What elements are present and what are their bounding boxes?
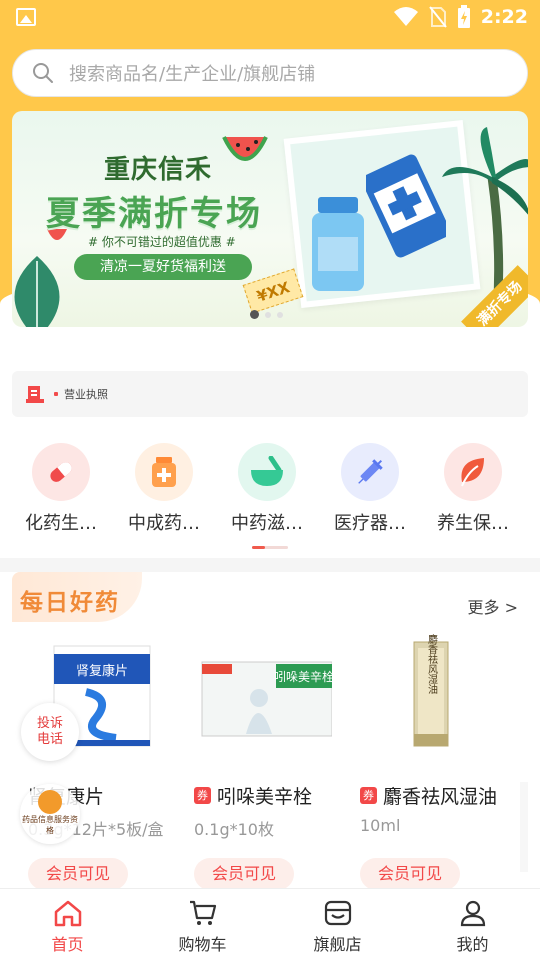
store-icon xyxy=(324,900,351,926)
category-icon-bg xyxy=(444,443,502,501)
scroll-thumb xyxy=(252,546,265,549)
battery-charging-icon xyxy=(457,5,470,28)
pagination-dot[interactable] xyxy=(250,310,259,319)
drug-info-certificate-button[interactable]: 药品信息服务资格 xyxy=(20,784,80,844)
next-product-peek xyxy=(520,782,528,872)
category-scroll-indicator xyxy=(252,546,288,549)
product-name-row: 券 麝香祛风湿油 xyxy=(360,782,497,809)
mortar-icon xyxy=(251,456,283,486)
business-license-bar[interactable]: 营业执照 xyxy=(12,371,528,417)
product-image: 吲哚美辛栓 xyxy=(192,634,334,752)
status-bar: 2:22 xyxy=(0,0,540,36)
category-icon-bg xyxy=(341,443,399,501)
product-name: 麝香祛风湿油 xyxy=(383,786,498,808)
seal-emblem-icon xyxy=(38,790,62,814)
no-sim-icon xyxy=(428,6,447,28)
license-label: 营业执照 xyxy=(64,388,108,401)
clock: 2:22 xyxy=(480,6,528,28)
wifi-icon xyxy=(393,7,418,26)
category-item-chemical[interactable]: 化药生… xyxy=(11,440,111,535)
section-divider xyxy=(0,558,540,572)
leaf-decoration-icon xyxy=(14,256,60,327)
product-name-row: 券 吲哚美辛栓 xyxy=(194,782,312,809)
product-card[interactable]: 麝香祛风湿油 券 麝香祛风湿油 10ml 会员可见 xyxy=(352,633,512,890)
product-card[interactable]: 吲哚美辛栓 券 吲哚美辛栓 0.1g*10枚 会员可见 xyxy=(186,634,346,890)
promo-banner[interactable]: 重庆信禾 夏季满折专场 # 你不可错过的超值优惠 # 清凉一夏好货福利送 ¥XX… xyxy=(12,111,528,327)
category-icon-bg xyxy=(135,443,193,501)
syringe-icon xyxy=(358,459,383,484)
category-item-device[interactable]: 医疗器… xyxy=(320,440,420,535)
license-icon xyxy=(26,386,44,403)
search-input[interactable]: 搜索商品名/生产企业/旗舰店铺 xyxy=(12,49,528,97)
gallery-icon xyxy=(16,8,36,26)
box-label: 麝香祛风湿油 xyxy=(426,634,438,694)
category-label: 医疗器… xyxy=(334,513,406,534)
home-icon xyxy=(54,900,81,927)
medical-box-icon xyxy=(366,154,446,258)
product-image: 麝香祛风湿油 xyxy=(358,633,498,752)
product-name: 吲哚美辛栓 xyxy=(217,786,313,808)
member-visible-button[interactable]: 会员可见 xyxy=(194,858,294,890)
seal-text: 药品信息服务资格 xyxy=(22,815,78,835)
nav-cart[interactable]: 购物车 xyxy=(135,889,270,960)
category-item-patent[interactable]: 中成药… xyxy=(114,440,214,535)
capsule-icon xyxy=(50,462,72,482)
medicine-bottle-icon xyxy=(152,457,176,487)
product-spec: 0.1g*10枚 xyxy=(194,820,274,839)
daily-medicine-section: 每日好药 更多 > 肾复康片 肾复康片 0.3g*12片*5板/盒 会员可见 吲… xyxy=(12,572,528,890)
product-box-image: 麝香祛风湿油 xyxy=(413,633,449,747)
category-grid: 化药生… 中成药… 中药滋… 医疗器… 养生保… xyxy=(0,440,540,540)
category-label: 中药滋… xyxy=(231,513,303,534)
more-link[interactable]: 更多 > xyxy=(468,594,519,618)
category-item-herbal[interactable]: 中药滋… xyxy=(217,440,317,535)
complaint-label-line1: 投诉 xyxy=(36,716,63,731)
banner-pill: 清凉一夏好货福利送 xyxy=(74,254,252,280)
watermelon-icon xyxy=(222,136,268,161)
complaint-phone-button[interactable]: 投诉 电话 xyxy=(21,703,79,761)
category-label: 养生保… xyxy=(437,513,509,534)
nav-home[interactable]: 首页 xyxy=(0,889,135,960)
banner-title-main: 夏季满折专场 xyxy=(46,194,262,234)
search-placeholder: 搜索商品名/生产企业/旗舰店铺 xyxy=(69,64,316,85)
nav-label: 旗舰店 xyxy=(313,935,362,954)
category-icon-bg xyxy=(238,443,296,501)
cart-icon xyxy=(189,900,216,925)
nav-label: 购物车 xyxy=(178,935,227,954)
leaf-icon xyxy=(461,458,484,487)
complaint-label-line2: 电话 xyxy=(36,732,63,747)
banner-pagination xyxy=(250,310,283,319)
pagination-dot[interactable] xyxy=(265,311,271,318)
nav-flagship-store[interactable]: 旗舰店 xyxy=(270,889,405,960)
nav-label: 首页 xyxy=(51,935,84,954)
member-visible-button[interactable]: 会员可见 xyxy=(360,858,460,890)
member-visible-button[interactable]: 会员可见 xyxy=(28,858,128,890)
category-label: 化药生… xyxy=(25,513,97,534)
box-label: 肾复康片 xyxy=(76,663,128,679)
product-box-image: 吲哚美辛栓 xyxy=(201,661,334,737)
price-tag: ¥XX xyxy=(242,268,304,314)
coupon-badge: 券 xyxy=(194,787,211,804)
category-label: 中成药… xyxy=(128,513,200,534)
product-spec: 10ml xyxy=(360,816,401,835)
section-title: 每日好药 xyxy=(20,590,120,616)
box-label: 吲哚美辛栓 xyxy=(274,669,332,684)
nav-mine[interactable]: 我的 xyxy=(405,889,540,960)
medicine-bottle-icon xyxy=(312,197,364,291)
bottom-navigation: 首页 购物车 旗舰店 我的 xyxy=(0,888,540,960)
pagination-dot[interactable] xyxy=(277,311,283,318)
status-icons: 2:22 xyxy=(393,5,528,29)
bullet-dot xyxy=(54,392,58,396)
banner-title-top: 重庆信禾 xyxy=(104,155,213,185)
category-icon-bg xyxy=(32,443,90,501)
coupon-badge: 券 xyxy=(360,787,377,804)
category-item-health[interactable]: 养生保… xyxy=(423,440,523,535)
banner-subtitle: # 你不可错过的超值优惠 # xyxy=(88,235,236,249)
search-icon xyxy=(33,63,53,83)
nav-label: 我的 xyxy=(456,935,489,954)
user-icon xyxy=(460,900,485,927)
